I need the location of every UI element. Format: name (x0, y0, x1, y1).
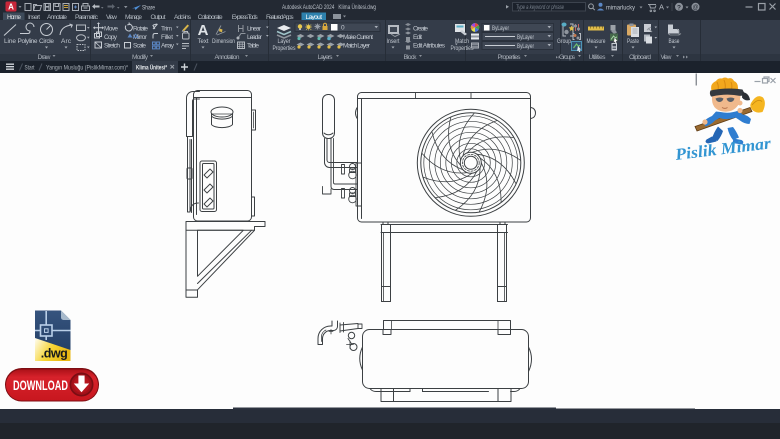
svg-text:DOWNLOAD: DOWNLOAD (13, 378, 68, 393)
svg-text:Pislik Mimar: Pislik Mimar (673, 133, 772, 164)
svg-text:.dwg: .dwg (41, 347, 67, 361)
